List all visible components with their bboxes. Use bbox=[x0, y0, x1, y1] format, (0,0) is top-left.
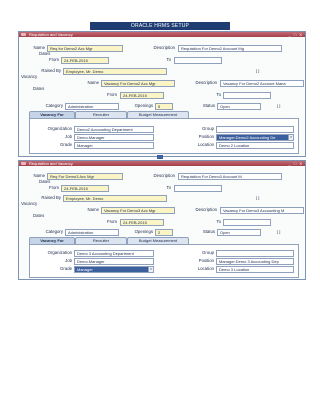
vacancy-label: Vacancy bbox=[21, 201, 38, 206]
group-field[interactable] bbox=[216, 250, 294, 257]
grade-label: Grade bbox=[60, 142, 72, 147]
category-label: Category bbox=[45, 103, 63, 108]
vacancy-description-label: Description bbox=[195, 207, 218, 212]
position-list-icon[interactable]: ▾ bbox=[288, 135, 293, 140]
grade-list-icon[interactable]: ▾ bbox=[148, 267, 153, 272]
grade-label: Grade bbox=[60, 266, 72, 271]
requisition-name-field[interactable]: Req for Demo2 Acc Mgr bbox=[47, 45, 123, 52]
to-label: To bbox=[166, 57, 171, 62]
openings-label: Openings bbox=[134, 103, 153, 108]
vacancy-name-field[interactable]: Vacancy For Demo2 Acc Mgr bbox=[101, 80, 175, 87]
to-label: To bbox=[166, 185, 171, 190]
position-field[interactable]: Manager.Demo 3 Accounting Dep bbox=[216, 258, 294, 265]
vacancy-name-field[interactable]: Vacancy For Demo3 Acc Mgr bbox=[101, 207, 175, 214]
requisition-description-field[interactable]: Requisition For Demo2 Account Mg bbox=[178, 45, 282, 52]
vacancy-tabs: Vacancy For Recruiter Budget Measurement bbox=[29, 111, 299, 118]
organization-field[interactable]: Demo 3 Accounting Department bbox=[74, 250, 154, 257]
position-label: Position bbox=[198, 258, 214, 263]
position-label: Position bbox=[198, 134, 214, 139]
status-field[interactable]: Open bbox=[217, 103, 261, 110]
category-field[interactable]: Administration bbox=[65, 229, 119, 236]
from-label: From bbox=[48, 57, 59, 62]
openings-field[interactable]: 2 bbox=[155, 229, 173, 236]
description-label: Description bbox=[153, 45, 176, 50]
vacancy-for-panel: Organization Demo 3 Accounting Departmen… bbox=[29, 244, 299, 278]
vacancy-description-label: Description bbox=[195, 80, 218, 85]
page: ORACLE HRMS SETUP Requisition and Vacanc… bbox=[0, 0, 320, 414]
organization-field[interactable]: Demo2 Accounting Department bbox=[74, 126, 154, 133]
document-title: ORACLE HRMS SETUP bbox=[90, 22, 230, 30]
status-label: Status bbox=[202, 103, 215, 108]
vacancy-to-label: To bbox=[216, 92, 221, 97]
page-separator-marker bbox=[157, 155, 163, 159]
openings-label: Openings bbox=[134, 229, 153, 234]
location-field[interactable]: Demo 2 Location bbox=[216, 142, 294, 149]
tab-budget-measurement[interactable]: Budget Measurement bbox=[127, 237, 189, 244]
window-body: Name Req for Demo2 Acc Mgr Description R… bbox=[19, 37, 305, 156]
window-body: Name Req For Demo3 Acc Mgr Description R… bbox=[19, 166, 305, 279]
requisition-window-2: Requisition and Vacancy _ □ X Name Req F… bbox=[18, 160, 306, 280]
category-label: Category bbox=[45, 229, 63, 234]
requisition-to-date-field[interactable] bbox=[174, 185, 222, 192]
raised-by-field[interactable]: Employee, Mr. Demo bbox=[63, 68, 167, 75]
grade-field[interactable]: Manager bbox=[74, 142, 154, 149]
tab-recruiter[interactable]: Recruiter bbox=[75, 111, 127, 118]
group-label: Group bbox=[202, 126, 214, 131]
vacancy-for-panel: Organization Demo2 Accounting Department… bbox=[29, 118, 299, 154]
vacancy-description-field[interactable]: Vacancy For Demo3 Accounting M bbox=[220, 207, 304, 214]
vacancy-dates-label: Dates bbox=[33, 86, 45, 91]
job-field[interactable]: Demo.Manager bbox=[74, 258, 154, 265]
status-bracket[interactable]: [ ] bbox=[277, 229, 280, 234]
vacancy-to-label: To bbox=[216, 219, 221, 224]
vacancy-tabs: Vacancy For Recruiter Budget Measurement bbox=[29, 237, 299, 244]
job-label: Job bbox=[65, 258, 72, 263]
vacancy-label: Vacancy bbox=[21, 74, 38, 79]
group-label: Group bbox=[202, 250, 214, 255]
requisition-window-1: Requisition and Vacancy _ □ X Name Req f… bbox=[18, 31, 306, 157]
grade-field[interactable]: Manager ▾ bbox=[74, 266, 154, 273]
vacancy-description-field[interactable]: Vacancy For Demo2 Account Mana bbox=[220, 80, 304, 87]
requisition-from-date-field[interactable]: 24-FEB-2015 bbox=[61, 57, 109, 64]
location-label: Location bbox=[197, 266, 214, 271]
position-field[interactable]: Manager.Demo2 Accounting De ▾ bbox=[216, 134, 294, 141]
openings-field[interactable]: 5 bbox=[155, 103, 173, 110]
flexfield-bracket[interactable]: [ ] bbox=[256, 68, 259, 73]
tab-vacancy-for[interactable]: Vacancy For bbox=[29, 237, 75, 244]
raised-by-field[interactable]: Employee, Mr. Demo bbox=[63, 195, 167, 202]
requisition-from-date-field[interactable]: 24-FEB-2015 bbox=[61, 185, 109, 192]
status-label: Status bbox=[202, 229, 215, 234]
location-label: Location bbox=[197, 142, 214, 147]
vacancy-name-label: Name bbox=[87, 80, 99, 85]
description-label: Description bbox=[153, 173, 176, 178]
window-icon bbox=[21, 162, 26, 165]
vacancy-from-date-field[interactable]: 24-FEB-2015 bbox=[120, 92, 164, 99]
vacancy-name-label: Name bbox=[87, 207, 99, 212]
job-field[interactable]: Demo.Manager bbox=[74, 134, 154, 141]
group-field[interactable] bbox=[216, 126, 294, 133]
status-field[interactable]: Open bbox=[217, 229, 261, 236]
position-value: Manager.Demo2 Accounting De bbox=[219, 135, 276, 140]
requisition-name-field[interactable]: Req For Demo3 Acc Mgr bbox=[47, 173, 123, 180]
vacancy-to-date-field[interactable] bbox=[223, 219, 271, 226]
vacancy-dates-label: Dates bbox=[33, 213, 45, 218]
tab-recruiter[interactable]: Recruiter bbox=[75, 237, 127, 244]
organization-label: Organization bbox=[47, 126, 72, 131]
vacancy-from-label: From bbox=[106, 219, 117, 224]
grade-value: Manager bbox=[77, 267, 93, 272]
vacancy-from-date-field[interactable]: 24-FEB-2015 bbox=[120, 219, 164, 226]
organization-label: Organization bbox=[47, 250, 72, 255]
from-label: From bbox=[48, 185, 59, 190]
vacancy-from-label: From bbox=[106, 92, 117, 97]
vacancy-to-date-field[interactable] bbox=[223, 92, 271, 99]
category-field[interactable]: Administration bbox=[65, 103, 119, 110]
window-icon bbox=[21, 33, 26, 36]
job-label: Job bbox=[65, 134, 72, 139]
requisition-to-date-field[interactable] bbox=[174, 57, 222, 64]
tab-vacancy-for[interactable]: Vacancy For bbox=[29, 111, 75, 118]
requisition-description-field[interactable]: Requisition For Demo3 Account M bbox=[178, 173, 282, 180]
status-bracket[interactable]: [ ] bbox=[277, 103, 280, 108]
flexfield-bracket[interactable]: [ ] bbox=[256, 195, 259, 200]
tab-budget-measurement[interactable]: Budget Measurement bbox=[127, 111, 189, 118]
location-field[interactable]: Demo 3 Location bbox=[216, 266, 294, 273]
